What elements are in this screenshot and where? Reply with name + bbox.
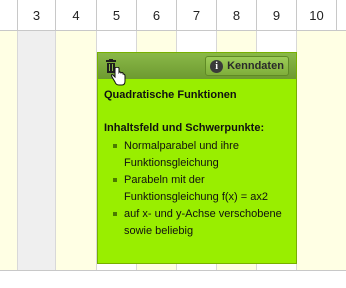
card-toolbar: i Kenndaten bbox=[98, 53, 296, 86]
column-bg bbox=[18, 30, 56, 271]
list-item: auf x- und y-Achse verschobene sowie bel… bbox=[113, 206, 292, 239]
keydata-button[interactable]: i Kenndaten bbox=[205, 56, 289, 76]
column-header bbox=[0, 0, 18, 30]
info-icon: i bbox=[210, 59, 224, 73]
overflow-fade bbox=[98, 249, 296, 263]
focus-list: Normalparabel und ihre Funktionsgleichun… bbox=[104, 138, 292, 239]
list-item: Normalparabel und ihre Funktionsgleichun… bbox=[113, 138, 292, 171]
grid-bottom-border bbox=[0, 270, 346, 271]
list-item: Parabeln mit der Funktionsgleichung f(x)… bbox=[113, 172, 292, 205]
column-header[interactable]: 4 bbox=[56, 0, 97, 30]
column-header[interactable]: 5 bbox=[97, 0, 137, 30]
column-header[interactable]: 7 bbox=[177, 0, 217, 30]
hand-cursor-icon bbox=[110, 66, 126, 87]
column-bg bbox=[56, 30, 97, 271]
topic-popup-card: i Kenndaten Quadratische Funktionen Inha… bbox=[97, 52, 297, 264]
column-header-row: 3 4 5 6 7 8 9 10 bbox=[0, 0, 346, 31]
column-bg bbox=[0, 30, 18, 271]
column-header[interactable]: 3 bbox=[18, 0, 56, 30]
column-header[interactable]: 8 bbox=[217, 0, 257, 30]
column-bg bbox=[297, 30, 346, 271]
column-header[interactable]: 6 bbox=[137, 0, 177, 30]
topic-title: Quadratische Funktionen bbox=[104, 89, 237, 101]
column-header[interactable]: 9 bbox=[257, 0, 297, 30]
section-heading: Inhaltsfeld und Schwerpunkte: bbox=[104, 121, 265, 134]
keydata-button-label: Kenndaten bbox=[227, 60, 284, 72]
column-header[interactable]: 10 bbox=[297, 0, 337, 30]
card-body: Quadratische Funktionen Inhaltsfeld und … bbox=[104, 87, 292, 240]
